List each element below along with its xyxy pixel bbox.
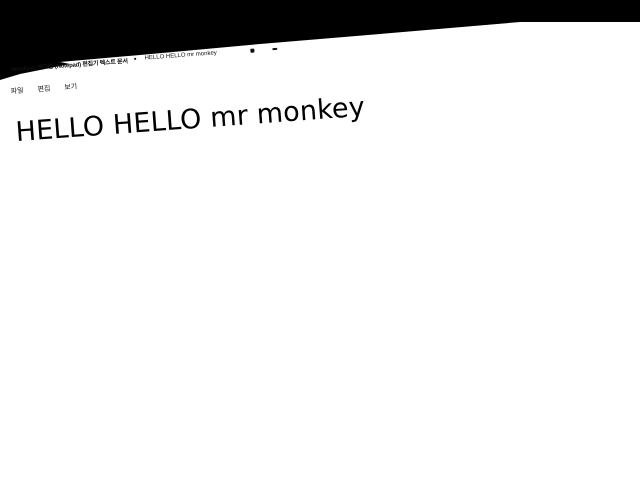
modified-indicator: ● (133, 56, 137, 63)
notepad-window: Windows 메모장 (Notepad) 편집기 텍스트 문서 ● HELLO… (0, 0, 640, 479)
photo-frame: Windows 메모장 (Notepad) 편집기 텍스트 문서 ● HELLO… (0, 0, 640, 480)
title-bar: Windows 메모장 (Notepad) 편집기 텍스트 문서 ● HELLO… (11, 20, 571, 75)
menu-edit[interactable]: 편집 (37, 84, 51, 95)
maximize-icon[interactable] (272, 47, 278, 51)
menu-file[interactable]: 파일 (10, 86, 24, 97)
app-name: Windows 메모장 (Notepad) 편집기 텍스트 문서 (10, 58, 128, 73)
menu-bar: 파일 편집 보기 (10, 80, 91, 98)
minimize-icon[interactable] (250, 48, 255, 53)
editor-text[interactable]: HELLO HELLO mr monkey (15, 92, 366, 149)
menu-view[interactable]: 보기 (64, 82, 78, 93)
document-title: HELLO HELLO mr monkey (144, 50, 218, 62)
